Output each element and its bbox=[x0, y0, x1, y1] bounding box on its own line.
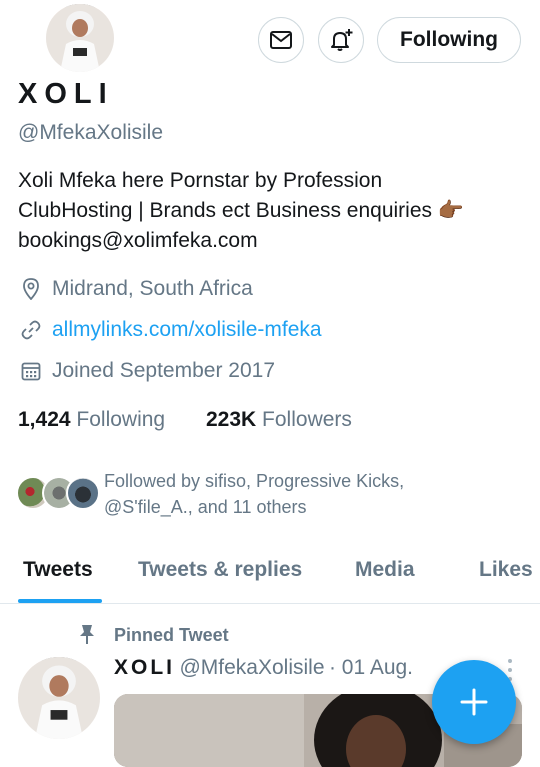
followed-by-line: Followed by sifiso, Progressive Kicks, bbox=[104, 471, 405, 491]
tweet-author-handle: @MfekaXolisile bbox=[179, 656, 325, 679]
message-button[interactable] bbox=[258, 17, 304, 63]
tab-likes[interactable]: Likes bbox=[479, 558, 533, 582]
location-text: Midrand, South Africa bbox=[52, 277, 253, 300]
followed-by-avatars[interactable] bbox=[16, 474, 100, 512]
following-button[interactable]: Following bbox=[377, 17, 521, 63]
bio-line: ClubHosting | Brands ect Business enquir… bbox=[18, 199, 464, 222]
tweet-author-avatar[interactable] bbox=[18, 657, 100, 739]
website-row[interactable]: allmylinks.com/xolisile-mfeka bbox=[20, 318, 322, 342]
tab-tweets[interactable]: Tweets bbox=[23, 558, 93, 582]
following-stat[interactable]: 1,424 Following bbox=[18, 408, 165, 432]
website-link[interactable]: allmylinks.com/xolisile-mfeka bbox=[52, 318, 322, 342]
followed-by-text: Followed by sifiso, Progressive Kicks, @… bbox=[104, 468, 524, 520]
joined-row: Joined September 2017 bbox=[20, 359, 275, 383]
pinned-tweet-label: Pinned Tweet bbox=[114, 625, 229, 645]
tweet-author-name[interactable]: XOLI bbox=[114, 656, 175, 679]
bio-line: bookings@xolimfeka.com bbox=[18, 229, 258, 252]
tab-media[interactable]: Media bbox=[355, 558, 415, 582]
followed-by-line: @S'file_A., and 11 others bbox=[104, 497, 307, 517]
follower-avatar bbox=[66, 476, 100, 510]
location-row: Midrand, South Africa bbox=[20, 277, 253, 301]
following-button-label: Following bbox=[400, 28, 498, 51]
joined-text: Joined September 2017 bbox=[52, 359, 275, 382]
tab-tweets-and-replies[interactable]: Tweets & replies bbox=[138, 558, 302, 582]
location-pin-icon bbox=[20, 278, 42, 300]
bell-plus-icon bbox=[331, 29, 353, 51]
plus-icon bbox=[460, 688, 488, 716]
pin-icon bbox=[78, 623, 96, 650]
bio: Xoli Mfeka here Pornstar by Profession C… bbox=[18, 166, 528, 256]
followers-count: 223K bbox=[206, 408, 257, 431]
followers-stat[interactable]: 223K Followers bbox=[206, 408, 352, 432]
followers-label: Followers bbox=[262, 408, 352, 431]
following-count: 1,424 bbox=[18, 408, 71, 431]
bio-line: Xoli Mfeka here Pornstar by Profession bbox=[18, 169, 383, 192]
link-icon bbox=[20, 319, 42, 341]
mail-icon bbox=[270, 31, 292, 49]
profile-avatar[interactable] bbox=[46, 4, 114, 72]
tweet-date: · 01 Aug. bbox=[328, 656, 414, 679]
user-handle: @MfekaXolisile bbox=[18, 121, 164, 144]
calendar-icon bbox=[20, 360, 42, 382]
tabs-divider bbox=[0, 603, 540, 604]
notifications-button[interactable] bbox=[318, 17, 364, 63]
avatar-image bbox=[18, 657, 100, 739]
display-name: XOLI bbox=[18, 78, 114, 110]
avatar-image bbox=[46, 4, 114, 72]
following-label: Following bbox=[76, 408, 166, 431]
compose-tweet-button[interactable] bbox=[432, 660, 516, 744]
tweet-header: XOLI @MfekaXolisile · 01 Aug. bbox=[114, 656, 413, 680]
